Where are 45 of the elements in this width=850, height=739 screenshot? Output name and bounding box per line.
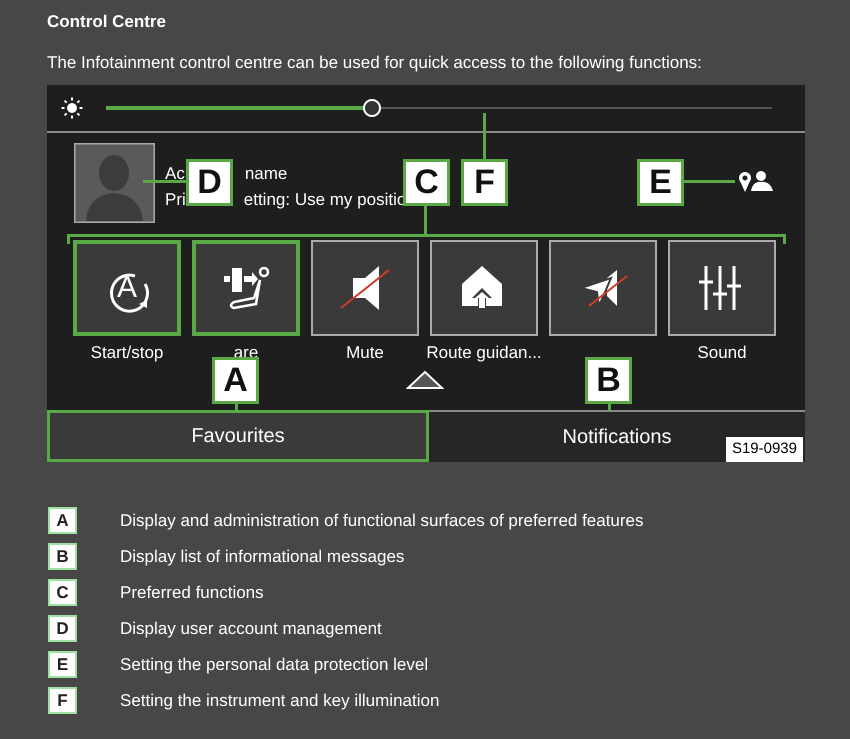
legend-text: Display user account management [120, 618, 382, 640]
account-name-text: name [244, 164, 288, 183]
figure-code: S19-0939 [726, 437, 803, 462]
heading: Control Centre [47, 12, 167, 32]
location-person-icon[interactable] [737, 168, 775, 193]
legend-key: E [48, 650, 77, 678]
legend-text: Display and administration of functional surfaces of preferred features [120, 510, 644, 532]
callout-label: C [403, 158, 450, 206]
account-name-text: Ac [165, 164, 185, 183]
leader-line [424, 204, 427, 235]
legend-key: C [48, 578, 77, 606]
callout-label: F [461, 158, 508, 206]
legend-text: Display list of informational messages [120, 546, 404, 568]
slider-thumb[interactable] [363, 98, 382, 117]
function-tile[interactable] [430, 240, 538, 336]
function-tile[interactable] [311, 240, 419, 336]
tile-label: Start/stop [90, 342, 164, 363]
callout-label: E [637, 158, 684, 206]
avatar-icon [74, 142, 155, 223]
callout-label: D [186, 158, 233, 206]
function-tile[interactable] [549, 240, 657, 336]
legend-key: B [48, 542, 77, 570]
leader-line [483, 112, 486, 160]
legend-text: Preferred functions [120, 582, 264, 604]
callout-label: B [585, 356, 632, 404]
function-tile[interactable] [668, 240, 776, 336]
brightness-icon [61, 96, 83, 119]
leader-line [143, 180, 187, 183]
function-tile[interactable]: A [73, 240, 181, 336]
legend-key: D [48, 614, 77, 642]
callout-label: A [212, 356, 259, 404]
tab[interactable]: Favourites [47, 410, 429, 462]
leader-line [683, 180, 735, 183]
tile-label: Mute [346, 342, 384, 363]
icon-letter: A [116, 272, 137, 303]
intro-text: The Infotainment control centre can be used for quick access to the following functions: [47, 52, 703, 74]
legend-key: A [48, 506, 77, 534]
tile-label: Sound [697, 342, 747, 363]
legend-text: Setting the instrument and key illumination [120, 690, 440, 712]
legend-text: Setting the personal data protection level [120, 654, 428, 676]
triangle-icon[interactable] [406, 370, 444, 390]
tile-label: Route guidan... [426, 342, 542, 363]
privacy-text: Pri [165, 190, 186, 209]
legend-key: F [48, 686, 77, 714]
function-tile[interactable] [192, 240, 300, 336]
